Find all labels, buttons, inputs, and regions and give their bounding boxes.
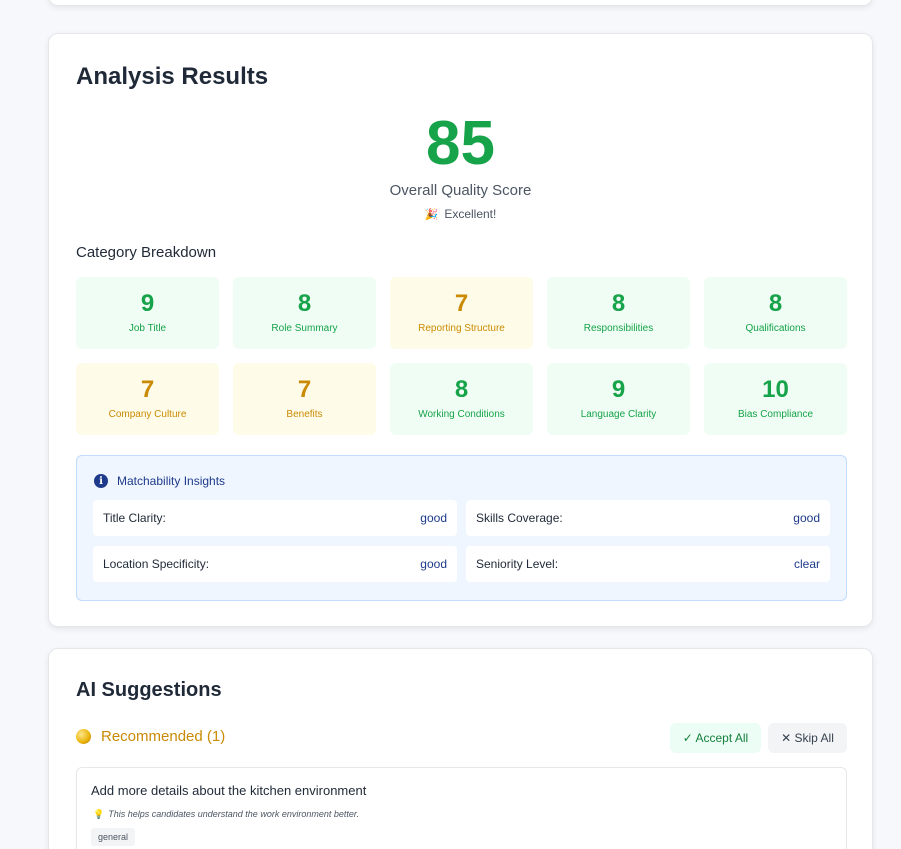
recommended-dot-icon xyxy=(76,729,91,744)
category-tile-company-culture: 7 Company Culture xyxy=(76,363,219,435)
category-score: 8 xyxy=(611,290,626,317)
category-score: 9 xyxy=(611,376,626,403)
analysis-results-card: Analysis Results 85 Overall Quality Scor… xyxy=(48,33,873,627)
category-label: Role Summary xyxy=(271,323,338,334)
insight-title-clarity: Title Clarity: good xyxy=(93,500,457,536)
category-tile-qualifications: 8 Qualifications xyxy=(704,277,847,349)
category-label: Language Clarity xyxy=(580,409,657,420)
suggestion-tag: general xyxy=(91,828,136,846)
category-score: 7 xyxy=(454,290,469,317)
category-score: 8 xyxy=(454,376,469,403)
insight-value: good xyxy=(420,557,447,571)
score-status-text: Excellent! xyxy=(444,207,497,221)
analysis-title: Analysis Results xyxy=(76,63,269,90)
category-score: 8 xyxy=(768,290,783,317)
recommended-label: Recommended (1) xyxy=(101,728,226,745)
suggestion-item[interactable]: Add more details about the kitchen envir… xyxy=(76,767,847,849)
category-score: 7 xyxy=(297,376,312,403)
lightbulb-icon: 💡 xyxy=(93,809,105,819)
insight-skills-coverage: Skills Coverage: good xyxy=(466,500,830,536)
category-tile-job-title: 9 Job Title xyxy=(76,277,219,349)
insight-key: Skills Coverage: xyxy=(476,511,563,525)
category-label: Qualifications xyxy=(745,323,806,334)
skip-all-button[interactable]: ✕ Skip All xyxy=(768,723,847,753)
insight-seniority-level: Seniority Level: clear xyxy=(466,546,830,582)
matchability-insights-panel: i Matchability Insights Title Clarity: g… xyxy=(76,455,847,601)
category-tile-reporting-structure: 7 Reporting Structure xyxy=(390,277,533,349)
suggestion-title: Add more details about the kitchen envir… xyxy=(91,783,367,798)
category-tile-role-summary: 8 Role Summary xyxy=(233,277,376,349)
recommended-header: Recommended (1) xyxy=(76,728,225,745)
category-tile-language-clarity: 9 Language Clarity xyxy=(547,363,690,435)
overall-score-label: Overall Quality Score xyxy=(389,182,532,199)
category-score: 8 xyxy=(297,290,312,317)
category-grid: 9 Job Title 8 Role Summary 7 Reporting S… xyxy=(76,277,847,435)
category-label: Company Culture xyxy=(108,409,187,420)
insights-header: i Matchability Insights xyxy=(94,474,225,488)
insight-key: Title Clarity: xyxy=(103,511,166,525)
insight-value: good xyxy=(793,511,820,525)
insight-key: Seniority Level: xyxy=(476,557,559,571)
suggestion-note: 💡 This helps candidates understand the wo… xyxy=(93,809,359,820)
ai-suggestions-title: AI Suggestions xyxy=(76,679,222,701)
category-label: Bias Compliance xyxy=(737,409,814,420)
insight-value: good xyxy=(420,511,447,525)
info-icon: i xyxy=(94,474,108,488)
category-label: Job Title xyxy=(128,323,167,334)
category-tile-bias-compliance: 10 Bias Compliance xyxy=(704,363,847,435)
insights-title: Matchability Insights xyxy=(117,474,226,488)
category-breakdown-title: Category Breakdown xyxy=(76,244,217,261)
score-status: 🎉 Excellent! xyxy=(49,207,872,221)
insight-value: clear xyxy=(793,557,820,571)
suggestion-note-text: This helps candidates understand the wor… xyxy=(108,809,360,819)
category-label: Responsibilities xyxy=(583,323,654,334)
accept-all-button[interactable]: ✓ Accept All xyxy=(670,723,761,753)
category-tile-responsibilities: 8 Responsibilities xyxy=(547,277,690,349)
category-score: 10 xyxy=(762,376,789,403)
overall-score: 85 Overall Quality Score 🎉 Excellent! xyxy=(49,109,872,222)
insight-location-specificity: Location Specificity: good xyxy=(93,546,457,582)
category-tile-benefits: 7 Benefits xyxy=(233,363,376,435)
party-popper-icon: 🎉 xyxy=(424,209,439,221)
previous-card xyxy=(48,0,873,6)
insight-key: Location Specificity: xyxy=(103,557,210,571)
category-label: Benefits xyxy=(286,409,323,420)
category-score: 9 xyxy=(140,290,155,317)
category-tile-working-conditions: 8 Working Conditions xyxy=(390,363,533,435)
category-label: Working Conditions xyxy=(418,409,505,420)
overall-score-value: 85 xyxy=(426,109,495,178)
category-score: 7 xyxy=(140,376,155,403)
ai-suggestions-card: AI Suggestions Recommended (1) ✓ Accept … xyxy=(48,648,873,849)
category-label: Reporting Structure xyxy=(418,323,505,334)
